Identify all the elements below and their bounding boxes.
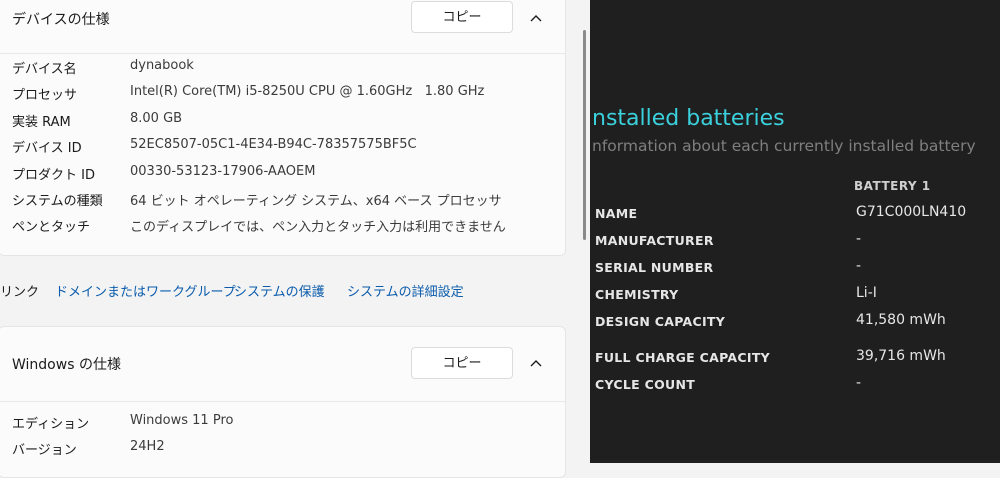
device-spec-card: デバイスの仕様 コピー デバイス名 dynabook プロセッサ Intel(R… — [0, 0, 566, 256]
spec-label-system-type: システムの種類 — [12, 194, 103, 209]
battery-value-name: G71C000LN410 — [856, 204, 967, 220]
spec-value-processor: Intel(R) Core(TM) i5-8250U CPU @ 1.60GHz… — [130, 84, 485, 99]
spec-value-device-id: 52EC8507-05C1-4E34-B94C-78357575BF5C — [130, 137, 417, 152]
scrollbar-track[interactable] — [568, 0, 590, 463]
battery-label-cycle-count: CYCLE COUNT — [595, 377, 696, 392]
spec-label-device-id: デバイス ID — [12, 141, 82, 156]
battery-report-subtitle: nformation about each currently installe… — [592, 137, 976, 155]
settings-about-panel: デバイスの仕様 コピー デバイス名 dynabook プロセッサ Intel(R… — [0, 0, 568, 478]
link-system-protection[interactable]: システムの保護 — [234, 281, 325, 300]
scrollbar-thumb[interactable] — [583, 30, 586, 240]
chevron-up-icon[interactable] — [527, 10, 545, 28]
battery-label-full-charge-capacity: FULL CHARGE CAPACITY — [595, 350, 770, 365]
battery-value-design-capacity: 41,580 mWh — [856, 312, 946, 328]
spec-value-ram: 8.00 GB — [130, 111, 183, 126]
device-spec-copy-button[interactable]: コピー — [411, 1, 513, 33]
spec-value-pen-touch: このディスプレイでは、ペン入力とタッチ入力は利用できません — [130, 220, 506, 235]
spec-label-pen-touch: ペンとタッチ — [12, 220, 91, 235]
battery-label-name: NAME — [595, 206, 638, 221]
windows-spec-copy-button[interactable]: コピー — [411, 347, 513, 379]
battery-label-design-capacity: DESIGN CAPACITY — [595, 314, 726, 329]
spec-value-product-id: 00330-53123-17906-AAOEM — [130, 164, 316, 179]
battery-value-full-charge-capacity: 39,716 mWh — [856, 348, 946, 364]
related-links: リンク ドメインまたはワークグループ システムの保護 システムの詳細設定 — [0, 262, 566, 316]
battery-value-serial-number: - — [856, 258, 862, 274]
spec-value-device-name: dynabook — [130, 58, 194, 73]
spec-label-device-name: デバイス名 — [12, 62, 77, 77]
spec-value-system-type: 64 ビット オペレーティング システム、x64 ベース プロセッサ — [130, 194, 502, 209]
spec-value-edition: Windows 11 Pro — [130, 413, 234, 428]
device-spec-body: デバイス名 dynabook プロセッサ Intel(R) Core(TM) i… — [0, 53, 565, 255]
windows-spec-body: エディション Windows 11 Pro バージョン 24H2 — [0, 401, 565, 477]
spec-label-version: バージョン — [12, 443, 77, 458]
spec-label-edition: エディション — [12, 417, 90, 432]
spec-label-product-id: プロダクト ID — [12, 168, 95, 183]
battery-label-serial-number: SERIAL NUMBER — [595, 260, 714, 275]
windows-spec-card: Windows の仕様 コピー エディション Windows 11 Pro バー… — [0, 326, 566, 478]
battery-value-cycle-count: - — [856, 375, 862, 391]
link-advanced-system-settings[interactable]: システムの詳細設定 — [347, 281, 464, 300]
windows-spec-header[interactable]: Windows の仕様 コピー — [0, 327, 565, 401]
device-spec-title: デバイスの仕様 — [12, 12, 110, 28]
chevron-up-icon[interactable] — [527, 355, 545, 373]
battery-value-manufacturer: - — [856, 231, 862, 247]
windows-spec-title: Windows の仕様 — [12, 357, 121, 373]
battery-label-chemistry: CHEMISTRY — [595, 287, 679, 302]
battery-label-manufacturer: MANUFACTURER — [595, 233, 714, 248]
battery-report-title: nstalled batteries — [592, 106, 785, 131]
spec-value-version: 24H2 — [130, 439, 165, 454]
battery-column-header: BATTERY 1 — [854, 179, 931, 193]
spec-label-ram: 実装 RAM — [12, 115, 71, 130]
related-links-label: リンク — [0, 285, 40, 300]
battery-report-panel: nstalled batteries nformation about each… — [590, 0, 1000, 463]
link-domain-workgroup[interactable]: ドメインまたはワークグループ — [55, 281, 236, 300]
spec-label-processor: プロセッサ — [12, 88, 78, 103]
device-spec-header[interactable]: デバイスの仕様 コピー — [0, 0, 565, 53]
battery-value-chemistry: Li-I — [856, 285, 877, 301]
